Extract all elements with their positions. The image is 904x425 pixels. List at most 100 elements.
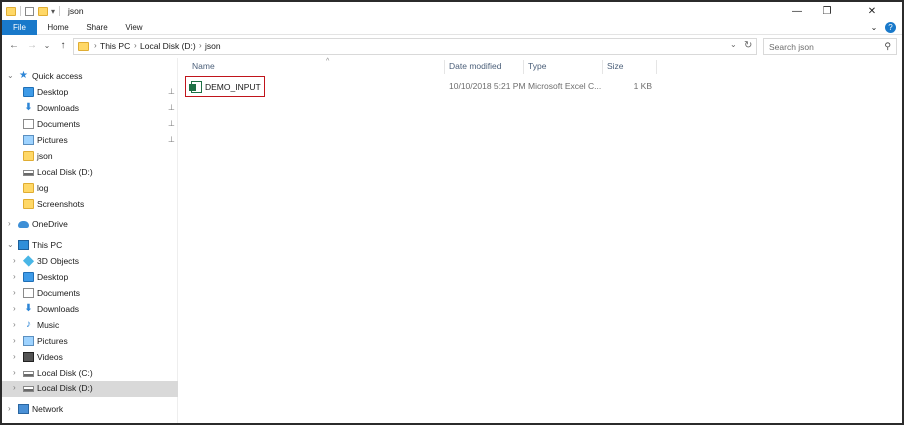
file-row-demo-input[interactable]: DEMO_INPUT 10/10/2018 5:21 PM Microsoft … [183, 75, 899, 97]
file-type: Microsoft Excel C... [528, 81, 602, 91]
column-divider[interactable] [523, 60, 524, 74]
chevron-right-icon[interactable]: › [8, 219, 11, 228]
nav-quick-json[interactable]: json [2, 149, 178, 164]
nav-quick-pictures[interactable]: Pictures ⊥ [2, 133, 178, 148]
file-explorer-window: ▾ json — ❐ ✕ File Home Share View ⌄ ? ← … [0, 0, 904, 425]
column-divider[interactable] [602, 60, 603, 74]
nav-label: Local Disk (C:) [37, 368, 93, 378]
back-button[interactable]: ← [8, 39, 20, 53]
close-icon: ✕ [867, 5, 877, 17]
window-title: json [68, 6, 84, 16]
nav-pc-local-disk-c[interactable]: › Local Disk (C:) [2, 366, 178, 381]
toolbar-divider [59, 6, 61, 16]
column-name-header[interactable]: Name ^ [192, 58, 329, 71]
maximize-button[interactable]: ❐ [812, 2, 842, 20]
nav-label: Desktop [37, 87, 69, 97]
nav-label: log [37, 183, 49, 193]
chevron-right-icon[interactable]: › [13, 256, 16, 265]
breadcrumb-json[interactable]: json [205, 41, 221, 51]
chevron-down-icon[interactable]: ⌄ [7, 240, 14, 249]
breadcrumb-local-disk-d[interactable]: Local Disk (D:) [140, 41, 196, 51]
nav-network[interactable]: › Network [2, 402, 178, 417]
chevron-right-icon[interactable]: › [13, 272, 16, 281]
new-folder-icon[interactable] [38, 6, 48, 16]
nav-quick-downloads[interactable]: ⬇ Downloads ⊥ [2, 101, 178, 116]
tab-share[interactable]: Share [81, 20, 113, 35]
nav-quick-local-disk-d[interactable]: Local Disk (D:) [2, 165, 178, 180]
drive-icon [23, 170, 34, 176]
chevron-right-icon[interactable]: › [13, 368, 16, 377]
documents-icon [23, 119, 34, 129]
file-name: DEMO_INPUT [205, 82, 261, 92]
search-input[interactable]: Search json [769, 42, 814, 52]
folder-icon [23, 151, 34, 161]
column-divider[interactable] [656, 60, 657, 74]
recent-locations-button[interactable]: ⌄ [42, 39, 52, 53]
expand-ribbon-button[interactable]: ⌄ [868, 22, 880, 33]
file-list: Name ^ Date modified Type Size DEMO_INPU… [179, 58, 902, 423]
3d-objects-icon [22, 255, 35, 267]
nav-label: Downloads [37, 103, 80, 113]
chevron-right-icon[interactable]: › [13, 288, 16, 297]
properties-icon[interactable] [25, 6, 34, 16]
column-type-header[interactable]: Type [528, 61, 546, 71]
nav-pc-3d-objects[interactable]: › 3D Objects [2, 254, 178, 269]
nav-pc-downloads[interactable]: › ⬇ Downloads [2, 302, 178, 317]
nav-pc-documents[interactable]: › Documents [2, 286, 178, 301]
tab-view[interactable]: View [119, 20, 149, 35]
quick-access-toolbar: ▾ [6, 5, 61, 17]
breadcrumb-separator: › [94, 41, 97, 50]
nav-pc-pictures[interactable]: › Pictures [2, 334, 178, 349]
chevron-right-icon[interactable]: › [13, 352, 16, 361]
up-button[interactable]: ↑ [57, 39, 69, 53]
nav-quick-log[interactable]: log [2, 181, 178, 196]
music-icon: ♪ [26, 319, 31, 330]
nav-quick-desktop[interactable]: Desktop ⊥ [2, 85, 178, 100]
help-icon[interactable]: ? [885, 22, 896, 33]
folder-icon [23, 199, 34, 209]
nav-label: Documents [37, 119, 80, 129]
nav-quick-access[interactable]: ⌄ ★ Quick access [2, 69, 178, 84]
nav-quick-documents[interactable]: Documents ⊥ [2, 117, 178, 132]
tab-file[interactable]: File [2, 20, 37, 35]
refresh-button[interactable]: ↻ [744, 40, 752, 51]
nav-label: Music [37, 320, 60, 330]
nav-pc-music[interactable]: › ♪ Music [2, 318, 178, 333]
nav-quick-screenshots[interactable]: Screenshots [2, 197, 178, 212]
search-box[interactable]: Search json ⚲ [763, 38, 897, 55]
address-bar[interactable]: › This PC › Local Disk (D:) › json ⌄ ↻ [73, 38, 757, 55]
nav-pc-desktop[interactable]: › Desktop [2, 270, 178, 285]
chevron-right-icon[interactable]: › [13, 383, 16, 392]
desktop-folder-icon [23, 87, 34, 97]
forward-button[interactable]: → [26, 39, 38, 53]
downloads-icon: ⬇ [24, 102, 33, 113]
computer-icon [18, 240, 29, 250]
pin-icon: ⊥ [168, 87, 175, 96]
navigation-pane: ⌄ ★ Quick access Desktop ⊥ ⬇ Downloads ⊥… [2, 58, 178, 423]
chevron-right-icon[interactable]: › [8, 404, 11, 413]
nav-pc-videos[interactable]: › Videos [2, 350, 178, 365]
nav-label: Desktop [37, 272, 69, 282]
column-date-modified-header[interactable]: Date modified [449, 61, 501, 71]
nav-label: Screenshots [37, 199, 85, 209]
nav-this-pc[interactable]: ⌄ This PC [2, 238, 178, 253]
close-button[interactable]: ✕ [842, 2, 902, 20]
file-name-cell[interactable]: DEMO_INPUT [185, 76, 265, 97]
chevron-right-icon[interactable]: › [13, 304, 16, 313]
nav-pc-local-disk-d[interactable]: › Local Disk (D:) [2, 381, 178, 397]
column-divider[interactable] [444, 60, 445, 74]
tab-home[interactable]: Home [42, 20, 74, 35]
folder-icon [23, 183, 34, 193]
search-icon[interactable]: ⚲ [884, 41, 891, 52]
chevron-right-icon[interactable]: › [13, 320, 16, 329]
nav-label: Quick access [32, 71, 83, 81]
customize-toolbar-icon[interactable]: ▾ [51, 7, 55, 16]
chevron-down-icon[interactable]: ⌄ [7, 71, 14, 80]
address-dropdown-button[interactable]: ⌄ [730, 40, 737, 49]
breadcrumb-this-pc[interactable]: This PC [100, 41, 130, 51]
minimize-button[interactable]: — [782, 2, 812, 20]
nav-onedrive[interactable]: › OneDrive [2, 217, 178, 232]
chevron-right-icon[interactable]: › [13, 336, 16, 345]
nav-label: Local Disk (D:) [37, 167, 93, 177]
column-size-header[interactable]: Size [607, 61, 624, 71]
